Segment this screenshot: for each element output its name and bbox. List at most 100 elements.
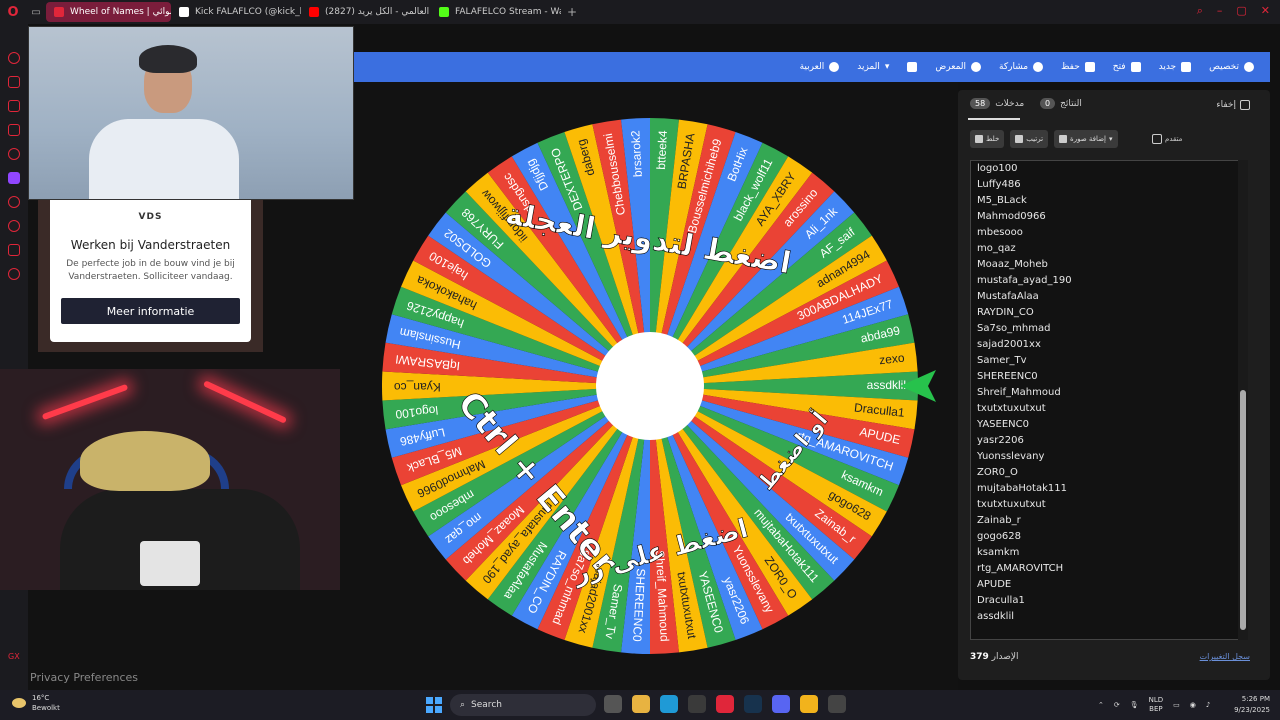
advanced-checkbox[interactable]: متقدم (1152, 134, 1182, 144)
shuffle-button[interactable]: خلط (970, 130, 1005, 148)
changelog-link[interactable]: سجل التغييرات (1200, 652, 1250, 661)
microphone-icon[interactable]: 🎙 (1130, 701, 1139, 709)
entry-line: M5_BLack (977, 195, 1027, 206)
image-icon (1059, 135, 1068, 143)
volume-icon[interactable]: ♪ (1206, 701, 1210, 709)
entry-line: logo100 (977, 163, 1018, 174)
browser-sidebar (0, 24, 28, 690)
entry-line: ZOR0_O (977, 467, 1018, 478)
hide-checkbox[interactable]: إخفاء (1216, 100, 1250, 110)
save-button[interactable]: حفظ (1061, 62, 1095, 72)
tab-menu-icon[interactable]: ▭ (26, 7, 46, 18)
bag-icon[interactable] (8, 76, 20, 88)
wheel-segment-label: Kyan_co (394, 380, 441, 394)
palette-icon (1244, 62, 1254, 72)
entries-textarea[interactable]: logo100 Luffy486 M5_BLack Mahmod0966 mbesooo… (970, 160, 1248, 640)
tab-results[interactable]: النتائج 0 (1040, 98, 1082, 109)
chevron-down-icon: ▾ (1109, 135, 1113, 143)
twitch-icon[interactable] (8, 172, 20, 184)
network-icon[interactable]: ◉ (1190, 701, 1196, 709)
entry-line: gogo628 (977, 531, 1022, 542)
extensions-icon[interactable] (8, 244, 20, 256)
checkbox-icon (1240, 100, 1250, 110)
fullscreen-button[interactable] (907, 62, 918, 72)
chevron-up-icon[interactable]: ⌃ (1098, 701, 1104, 709)
customize-button[interactable]: تخصيص (1209, 62, 1254, 72)
opera-logo-icon[interactable]: O (0, 0, 26, 24)
ai-icon[interactable] (8, 148, 20, 160)
news-icon[interactable] (8, 124, 20, 136)
save-icon (1084, 62, 1095, 72)
maximize-icon[interactable]: ▢ (1236, 4, 1246, 18)
player-icon[interactable] (8, 196, 20, 208)
tab-label: FALAFELCO Stream - Wat (455, 7, 561, 17)
scrollbar-thumb[interactable] (1240, 390, 1246, 630)
search-icon: ⌕ (460, 700, 466, 710)
entry-line: mo_qaz (977, 243, 1016, 254)
sync-icon[interactable]: ⟳ (1114, 701, 1120, 709)
entry-line: RAYDIN_CO (977, 307, 1034, 318)
taskbar-search[interactable]: ⌕ Search (450, 694, 596, 716)
wheel-segment-label: zexo (878, 351, 905, 368)
webcam-overlay-bottom (0, 369, 340, 590)
new-tab-button[interactable]: + (567, 5, 577, 19)
tab-youtube[interactable]: (2827) العالمي - الكل يريد (301, 2, 431, 22)
sort-icon (1015, 135, 1024, 143)
discord-icon[interactable] (772, 695, 790, 713)
entries-count-badge: 58 (970, 98, 991, 109)
task-view-icon[interactable] (604, 695, 622, 713)
history-icon[interactable] (8, 220, 20, 232)
open-button[interactable]: فتح (1113, 62, 1141, 72)
shield-icon[interactable] (8, 100, 20, 112)
steam-icon[interactable] (744, 695, 762, 713)
new-button[interactable]: جديد (1159, 62, 1192, 72)
share-icon (1033, 62, 1044, 72)
entry-line: Shreif_Mahmoud (977, 387, 1061, 398)
display-icon[interactable]: ▭ (1173, 701, 1180, 709)
folder-icon (1130, 62, 1141, 72)
windows-taskbar: 16°C Bewolkt ⌕ Search ⌃ ⟳ 🎙 NLD BEP ▭ ◉ … (0, 690, 1280, 720)
tiktok-favicon-icon (179, 7, 189, 17)
minimize-icon[interactable]: – (1217, 4, 1223, 18)
youtube-favicon-icon (309, 7, 319, 17)
settings-icon[interactable] (8, 268, 20, 280)
app-icon[interactable] (828, 695, 846, 713)
entry-line: ksamkm (977, 547, 1020, 558)
tab-wheel-of-names[interactable]: Wheel of Names | عشوائي (46, 2, 171, 22)
opera-gx-icon[interactable] (716, 695, 734, 713)
weather-widget[interactable]: 16°C Bewolkt (12, 693, 60, 713)
ad-more-info-button[interactable]: Meer informatie (61, 298, 240, 324)
edge-icon[interactable] (660, 695, 678, 713)
sort-button[interactable]: ترتيب (1010, 130, 1049, 148)
browser-tab-bar: O ▭ Wheel of Names | عشوائي Kick FALAFLC… (0, 0, 1280, 24)
language-button[interactable]: العربية (800, 62, 840, 72)
wheel-center[interactable] (596, 332, 704, 440)
window-controls: ⌕ – ▢ ✕ (1197, 4, 1270, 18)
windows-start-icon[interactable] (426, 697, 442, 713)
gallery-button[interactable]: المعرض (935, 62, 982, 72)
chrome-icon[interactable] (800, 695, 818, 713)
wheel[interactable]: assdklilDraculla1APUDErtg_AMAROVITCHksam… (376, 112, 924, 660)
search-icon[interactable]: ⌕ (1197, 4, 1203, 18)
more-button[interactable]: ▾ المزيد (857, 62, 889, 72)
wheel-favicon-icon (54, 7, 64, 17)
entry-line: sajad2001xx (977, 339, 1041, 350)
store-icon[interactable] (688, 695, 706, 713)
webcam-overlay-top (28, 26, 354, 200)
clock[interactable]: 5:26 PM 9/23/2025 (1234, 694, 1270, 716)
checkbox-icon (1152, 134, 1162, 144)
version-info: الإصدار 379 (970, 652, 1019, 662)
close-icon[interactable]: ✕ (1261, 4, 1270, 18)
file-explorer-icon[interactable] (632, 695, 650, 713)
share-button[interactable]: مشاركة (999, 62, 1044, 72)
add-image-button[interactable]: إضافة صورة ▾ (1054, 130, 1118, 148)
wheel-segment-label: btteek4 (654, 130, 670, 170)
tab-falafelco-stream[interactable]: FALAFELCO Stream - Wat (431, 2, 561, 22)
tab-entries[interactable]: مدخلات 58 (970, 98, 1024, 109)
active-tab-indicator (968, 118, 1020, 120)
ad-logo: VDS (138, 212, 163, 222)
speed-dial-icon[interactable] (8, 52, 20, 64)
tab-kick[interactable]: Kick FALAFLCO (@kick_b (171, 2, 301, 22)
language-indicator[interactable]: NLD BEP (1149, 696, 1164, 714)
privacy-preferences-link[interactable]: Privacy Preferences (30, 671, 138, 684)
